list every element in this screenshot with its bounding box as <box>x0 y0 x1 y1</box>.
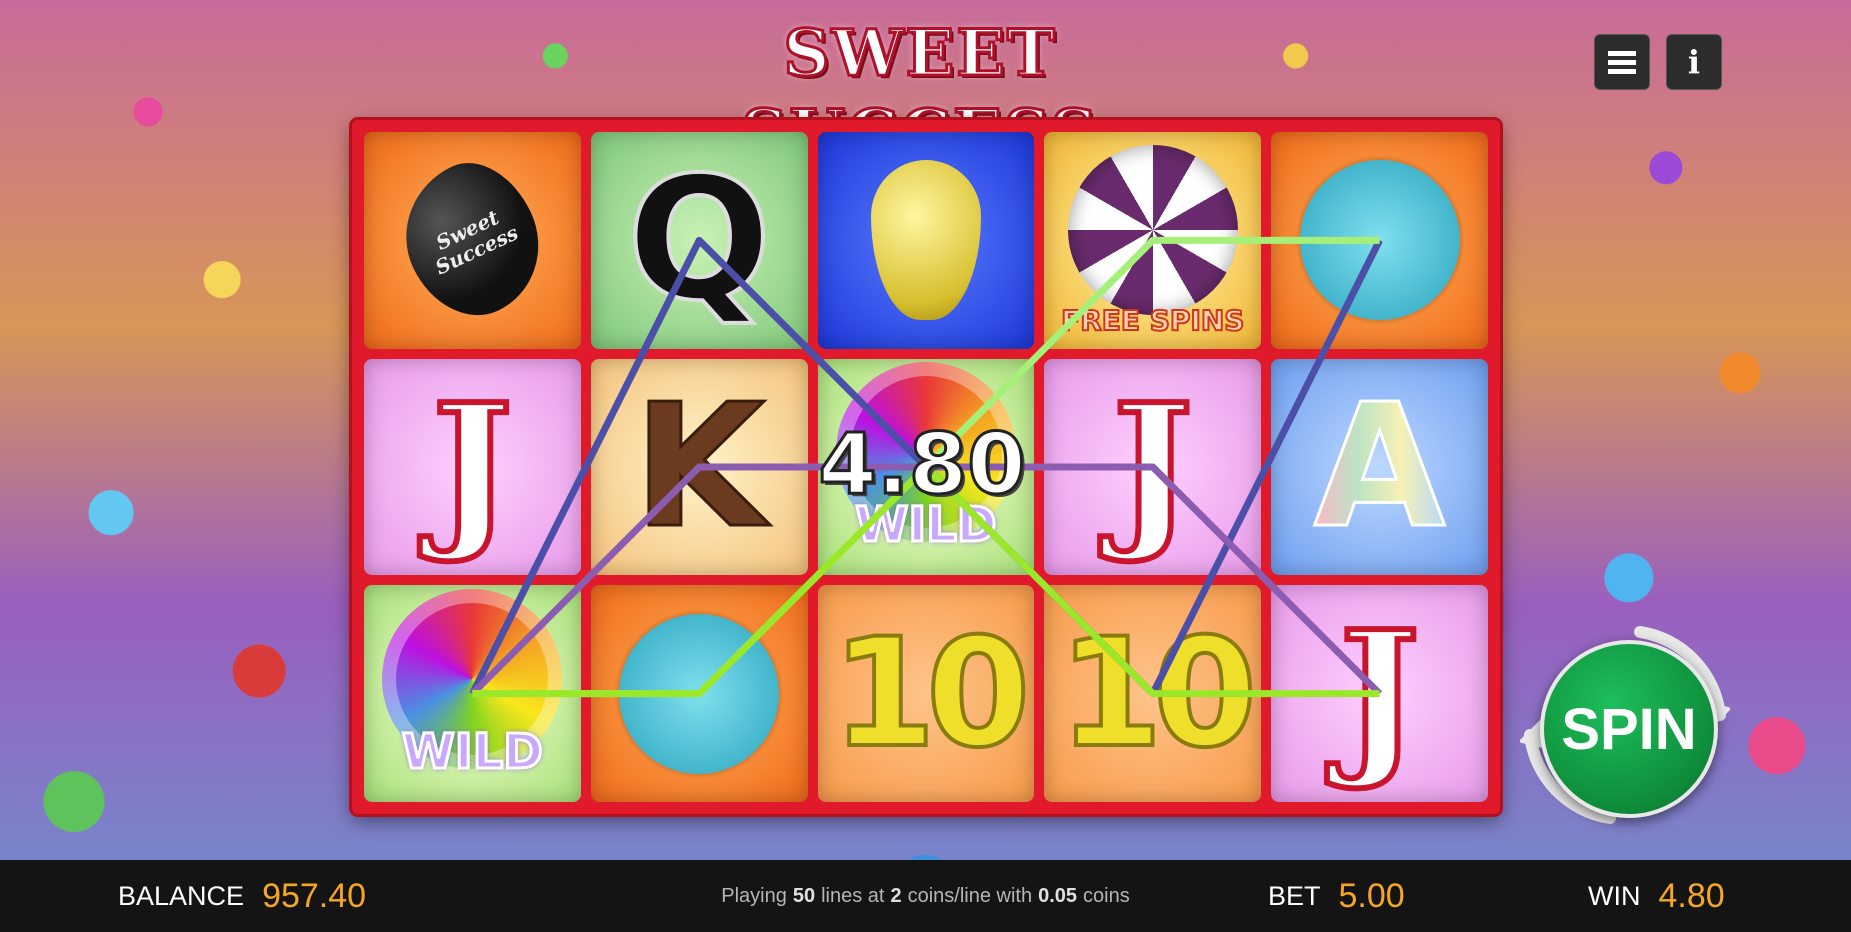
fuzzy-candy-icon <box>1299 160 1460 321</box>
play-info: Playing 50 lines at 2 coins/line with 0.… <box>0 860 1851 932</box>
reel-cell <box>817 132 1035 349</box>
pear-candy-icon <box>870 160 981 321</box>
coins-per-line: 2 <box>890 884 902 907</box>
reel-cell: Sweet Success <box>364 132 581 349</box>
info-button[interactable]: i <box>1666 34 1722 90</box>
reel-cell: 10 <box>817 585 1035 802</box>
symbol-j: J <box>1336 593 1422 794</box>
bet-display[interactable]: BET 5.00 <box>1268 860 1405 932</box>
symbol-j: J <box>429 366 515 567</box>
spin-button[interactable]: SPIN <box>1540 640 1718 818</box>
bet-label: BET <box>1268 880 1321 911</box>
reel-cell: 10 <box>1044 585 1262 802</box>
win-amount-display: 4.80 <box>817 414 1027 515</box>
jelly-bean-icon: Sweet Success <box>381 144 563 336</box>
bet-value: 5.00 <box>1338 876 1405 915</box>
reel-cell: A <box>1271 358 1488 576</box>
reel-cell: J <box>364 358 581 576</box>
reel-cell: J <box>1271 585 1488 802</box>
lines-text: lines at <box>821 884 885 907</box>
swirl-candy-icon <box>1067 145 1238 316</box>
reel-cell: K <box>590 358 808 576</box>
symbol-k: K <box>632 367 767 566</box>
game-title: SWEET SUCCESS <box>740 15 1099 173</box>
play-prefix: Playing <box>721 884 787 907</box>
spin-control[interactable]: SPIN <box>1520 620 1730 830</box>
fuzzy-candy-icon <box>619 613 780 774</box>
symbol-ten: 10 <box>830 605 1033 783</box>
reel-cell <box>590 585 808 802</box>
win-value: 4.80 <box>1658 876 1725 915</box>
info-icon: i <box>1687 43 1701 81</box>
free-spins-label: FREE SPINS <box>1060 303 1245 338</box>
coin-value: 0.05 <box>1038 884 1078 907</box>
reel-cell: WILD <box>364 585 581 802</box>
reel-frame: Sweet Success Q FREE SPINS J K WILD J A WILD 10 10… <box>352 120 1500 814</box>
reel-cell <box>1271 132 1488 349</box>
hamburger-icon <box>1608 47 1636 78</box>
reel-cell: FREE SPINS <box>1044 132 1262 349</box>
win-label: WIN <box>1588 880 1641 911</box>
bottom-bar: BALANCE 957.40 Playing 50 lines at 2 coi… <box>0 860 1851 932</box>
wild-label: WILD <box>400 723 544 782</box>
coins-text: coins/line with <box>907 884 1033 907</box>
symbol-j: J <box>1110 366 1196 567</box>
menu-button[interactable] <box>1594 34 1650 90</box>
reel-cell: Q <box>590 132 808 349</box>
symbol-a: A <box>1312 367 1447 566</box>
win-display: WIN 4.80 <box>1588 860 1725 932</box>
coin-suffix: coins <box>1083 884 1130 907</box>
symbol-ten: 10 <box>1056 605 1259 783</box>
reel-cell: J <box>1044 358 1262 576</box>
symbol-q: Q <box>625 141 774 340</box>
lines-count: 50 <box>792 884 816 907</box>
